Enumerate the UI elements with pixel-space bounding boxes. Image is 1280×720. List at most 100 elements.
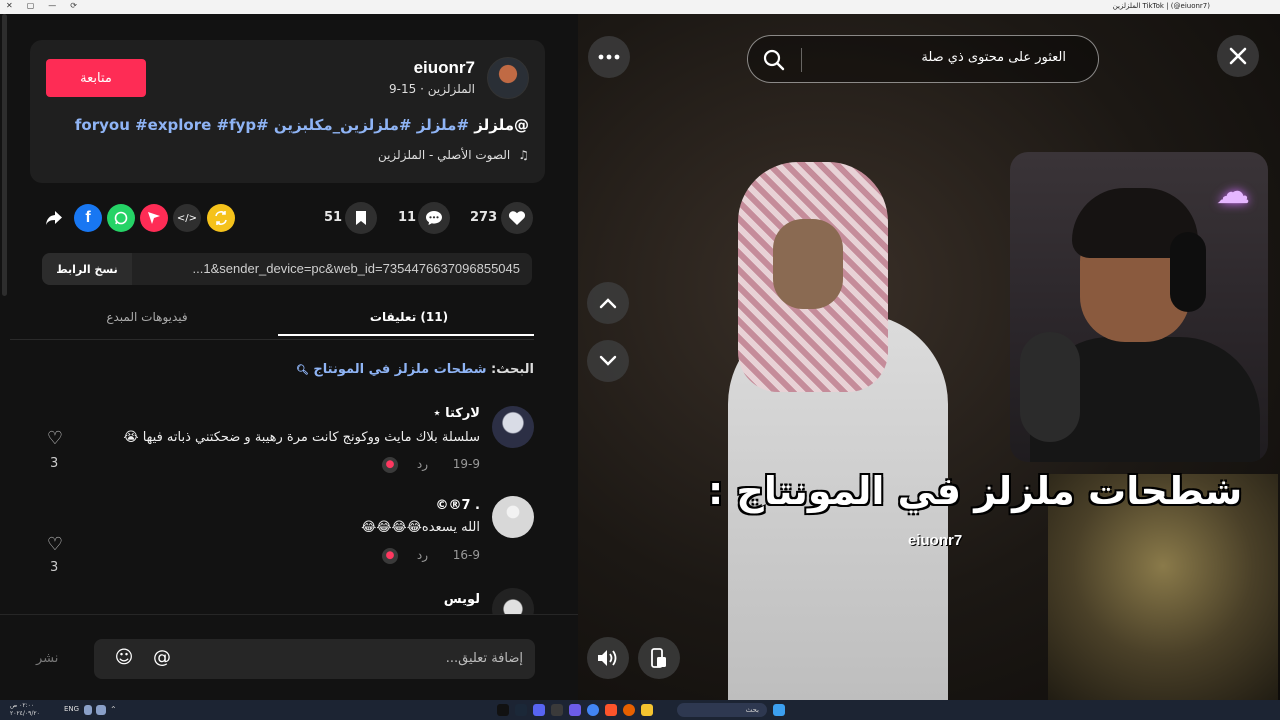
active-tab-indicator xyxy=(278,334,534,336)
mention-icon[interactable]: @ xyxy=(150,647,174,671)
comment-date: 19-9 xyxy=(452,457,480,471)
facebook-icon[interactable]: f xyxy=(74,204,102,232)
more-dots-icon xyxy=(598,54,620,60)
follow-button[interactable]: متابعة xyxy=(46,59,146,97)
share-link-url[interactable]: ...1&sender_device=pc&web_id=73544766370… xyxy=(193,261,520,276)
commenter-avatar[interactable] xyxy=(492,496,534,538)
brave-taskbar-icon[interactable] xyxy=(605,704,617,716)
post-sound[interactable]: ♫ الصوت الأصلي - الملزلزين xyxy=(378,148,529,162)
heart-icon xyxy=(508,211,526,225)
comment-item: . 7®© الله يسعده😂😂😂😂 16-9 رد ♡ 3 xyxy=(0,492,578,584)
discord-taskbar-icon[interactable] xyxy=(533,704,545,716)
comments-panel: متابعة eiuonr7 الملزلزين · 15-9 @ملزلز #… xyxy=(0,14,578,700)
share-arrow-icon[interactable] xyxy=(40,204,68,232)
microphone-icon xyxy=(1020,332,1080,442)
mute-button[interactable] xyxy=(587,637,629,679)
comment-button[interactable] xyxy=(418,202,450,234)
comments-count: 11 xyxy=(398,210,417,225)
related-search-box[interactable]: العثور على محتوى ذي صلة xyxy=(747,35,1099,83)
comment-item: لويس xyxy=(0,584,578,614)
page-title: TikTok | (@eiuonr7) الملزلزين xyxy=(1112,2,1210,10)
video-player[interactable]: ☁ شطحات ملزلز في المونتاج : eiuonr7 العث… xyxy=(578,14,1280,700)
tab-creator-videos[interactable]: فيديوهات المبدع xyxy=(16,310,278,324)
author-subline: الملزلزين · 15-9 xyxy=(389,82,475,96)
video-watermark: eiuonr7 xyxy=(908,532,963,549)
likes-count: 273 xyxy=(470,210,498,225)
copy-link-button[interactable]: نسخ الرابط xyxy=(42,253,132,285)
reload-icon[interactable]: ⟳ xyxy=(70,1,77,10)
taskbar-time: ٠٢:٠٠ ص xyxy=(10,702,35,709)
tray-overflow-icon[interactable]: ⌃ xyxy=(110,705,118,715)
bookmark-button[interactable] xyxy=(345,202,377,234)
reply-link[interactable]: رد xyxy=(417,548,428,562)
repost-icon[interactable] xyxy=(207,204,235,232)
tiktok-taskbar-icon[interactable] xyxy=(497,704,509,716)
related-search-placeholder: العثور على محتوى ذي صلة xyxy=(921,50,1066,65)
steam-taskbar-icon[interactable] xyxy=(515,704,527,716)
bookmark-icon xyxy=(356,211,366,225)
scrollbar-thumb[interactable] xyxy=(2,14,7,296)
caption-mention[interactable]: @ملزلز xyxy=(474,116,529,134)
post-caption: @ملزلز #ملزلز #ملزلزين_مكلبزين #foryou #… xyxy=(75,116,529,134)
send-icon[interactable] xyxy=(140,204,168,232)
commenter-name[interactable]: لويس xyxy=(444,592,480,607)
video-caption-text: شطحات ملزلز في المونتاج : xyxy=(708,469,1243,513)
taskbar-clock[interactable]: ٠٢:٠٠ ص ٢٠٢٤/٠٩/٢٠ xyxy=(10,702,40,718)
author-avatar[interactable] xyxy=(487,57,529,99)
search-divider xyxy=(801,48,802,72)
comment-composer: نشر ☺ @ إضافة تعليق... xyxy=(0,614,578,700)
maximize-window-icon[interactable]: ▢ xyxy=(27,1,35,10)
language-indicator[interactable]: ENG xyxy=(64,705,79,713)
comment-text: الله يسعده😂😂😂😂 xyxy=(361,520,480,535)
file-explorer-taskbar-icon[interactable] xyxy=(641,704,653,716)
next-video-button[interactable] xyxy=(587,340,629,382)
reply-link[interactable]: رد xyxy=(417,457,428,471)
author-username[interactable]: eiuonr7 xyxy=(414,58,475,78)
commenter-avatar[interactable] xyxy=(492,588,534,614)
volume-tray-icon[interactable] xyxy=(96,705,106,715)
embed-icon[interactable]: </> xyxy=(173,204,201,232)
comment-like-icon[interactable]: ♡ xyxy=(44,534,66,556)
close-window-icon[interactable]: ✕ xyxy=(6,1,13,10)
comment-like-icon[interactable]: ♡ xyxy=(44,428,66,450)
previous-video-button[interactable] xyxy=(587,282,629,324)
volume-icon xyxy=(598,650,617,666)
commenter-name[interactable]: ﻟﺎﺭﻛﺘﺎ ٭ xyxy=(433,406,480,421)
search-icon[interactable] xyxy=(762,48,786,72)
like-button[interactable] xyxy=(501,202,533,234)
post-comment-button[interactable]: نشر xyxy=(36,651,58,666)
firefox-taskbar-icon[interactable] xyxy=(623,704,635,716)
obs-taskbar-icon[interactable] xyxy=(569,704,581,716)
commenter-name[interactable]: . 7®© xyxy=(435,498,480,513)
floating-player-icon xyxy=(651,648,666,668)
search-suggestion[interactable]: البحث: شطحات ملزلز في المونتاج 🔍︎ xyxy=(296,362,534,377)
window-controls: ✕ ▢ — ⟳ xyxy=(6,1,77,10)
tab-comments[interactable]: (11) تعليقات xyxy=(278,310,540,324)
post-info-card: متابعة eiuonr7 الملزلزين · 15-9 @ملزلز #… xyxy=(30,40,545,183)
caption-hashtags[interactable]: #ملزلز #ملزلزين_مكلبزين #foryou #explore… xyxy=(75,116,469,134)
app-taskbar-icon[interactable] xyxy=(551,704,563,716)
windows-start-icon[interactable] xyxy=(773,704,785,716)
search-suggestion-query[interactable]: شطحات ملزلز في المونتاج xyxy=(313,362,486,377)
close-video-button[interactable] xyxy=(1217,35,1259,77)
microphone-tray-icon[interactable] xyxy=(84,705,92,715)
search-small-icon: 🔍︎ xyxy=(296,365,309,376)
whatsapp-icon[interactable] xyxy=(107,204,135,232)
picture-in-picture-button[interactable] xyxy=(638,637,680,679)
comment-like-count: 3 xyxy=(50,456,59,471)
headphones-icon xyxy=(1170,232,1206,312)
more-options-button[interactable] xyxy=(588,36,630,78)
comment-input[interactable]: ☺ @ إضافة تعليق... xyxy=(94,639,535,679)
comment-date: 16-9 xyxy=(452,548,480,562)
chrome-taskbar-icon[interactable] xyxy=(587,704,599,716)
minimize-window-icon[interactable]: — xyxy=(48,1,56,10)
sound-label: الصوت الأصلي - الملزلزين xyxy=(377,148,511,162)
taskbar-search-box[interactable]: بحث xyxy=(677,703,767,717)
music-note-icon: ♫ xyxy=(518,148,529,162)
browser-titlebar: ✕ ▢ — ⟳ TikTok | (@eiuonr7) الملزلزين xyxy=(0,0,1280,14)
commenter-avatar[interactable] xyxy=(492,406,534,448)
close-icon xyxy=(1229,47,1247,65)
emoji-icon[interactable]: ☺ xyxy=(112,647,136,671)
facecam-overlay: ☁ xyxy=(1010,152,1268,462)
share-link-box: نسخ الرابط ...1&sender_device=pc&web_id=… xyxy=(42,253,532,285)
